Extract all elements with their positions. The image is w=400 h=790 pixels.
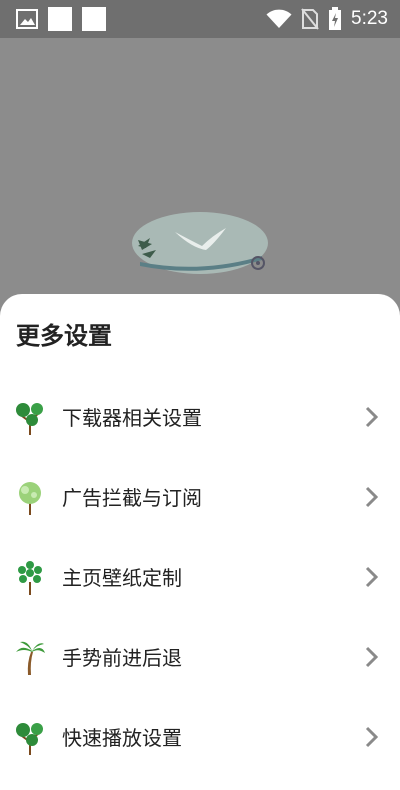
chevron-right-icon [365,646,378,668]
chevron-right-icon [365,406,378,428]
no-sim-icon [301,8,319,30]
image-icon [16,9,38,29]
clock: 5:23 [351,8,388,29]
tree-icon [19,482,41,515]
more-settings-sheet: 更多设置 下载器相关设置 广告拦截与订阅 主页壁纸定制 手势前进后退 快速播放设… [0,294,400,790]
wifi-icon [266,9,292,28]
app-logo [132,212,268,274]
settings-menu: 下载器相关设置 广告拦截与订阅 主页壁纸定制 手势前进后退 快速播放设置 [0,376,400,776]
notification-square-icon [48,7,72,31]
status-bar: 5:23 [0,0,400,38]
tree-icon [16,723,43,755]
screen: 5:23 更多设置 下载器相关设置 广告拦截与订阅 主页壁纸定制 手势前进后退 … [0,0,400,790]
palm-tree-icon [16,641,45,675]
menu-item-label: 下载器相关设置 [62,406,202,430]
menu-item-downloader-settings[interactable]: 下载器相关设置 [0,376,400,456]
chevron-right-icon [365,566,378,588]
menu-item-label: 广告拦截与订阅 [62,486,202,510]
tree-icon [18,561,42,595]
notification-square-icon [82,7,106,31]
chevron-right-icon [365,486,378,508]
tree-icon [16,403,43,435]
menu-item-gesture-navigation[interactable]: 手势前进后退 [0,616,400,696]
menu-item-quick-play-settings[interactable]: 快速播放设置 [0,696,400,776]
menu-item-label: 快速播放设置 [62,726,182,750]
menu-item-label: 主页壁纸定制 [62,566,182,590]
battery-charging-icon [329,7,342,30]
menu-item-label: 手势前进后退 [62,646,182,670]
status-bar-left [16,7,106,31]
sheet-title: 更多设置 [16,322,112,350]
menu-item-ad-blocking[interactable]: 广告拦截与订阅 [0,456,400,536]
chevron-right-icon [365,726,378,748]
menu-item-wallpaper-customization[interactable]: 主页壁纸定制 [0,536,400,616]
status-bar-right: 5:23 [266,7,388,31]
